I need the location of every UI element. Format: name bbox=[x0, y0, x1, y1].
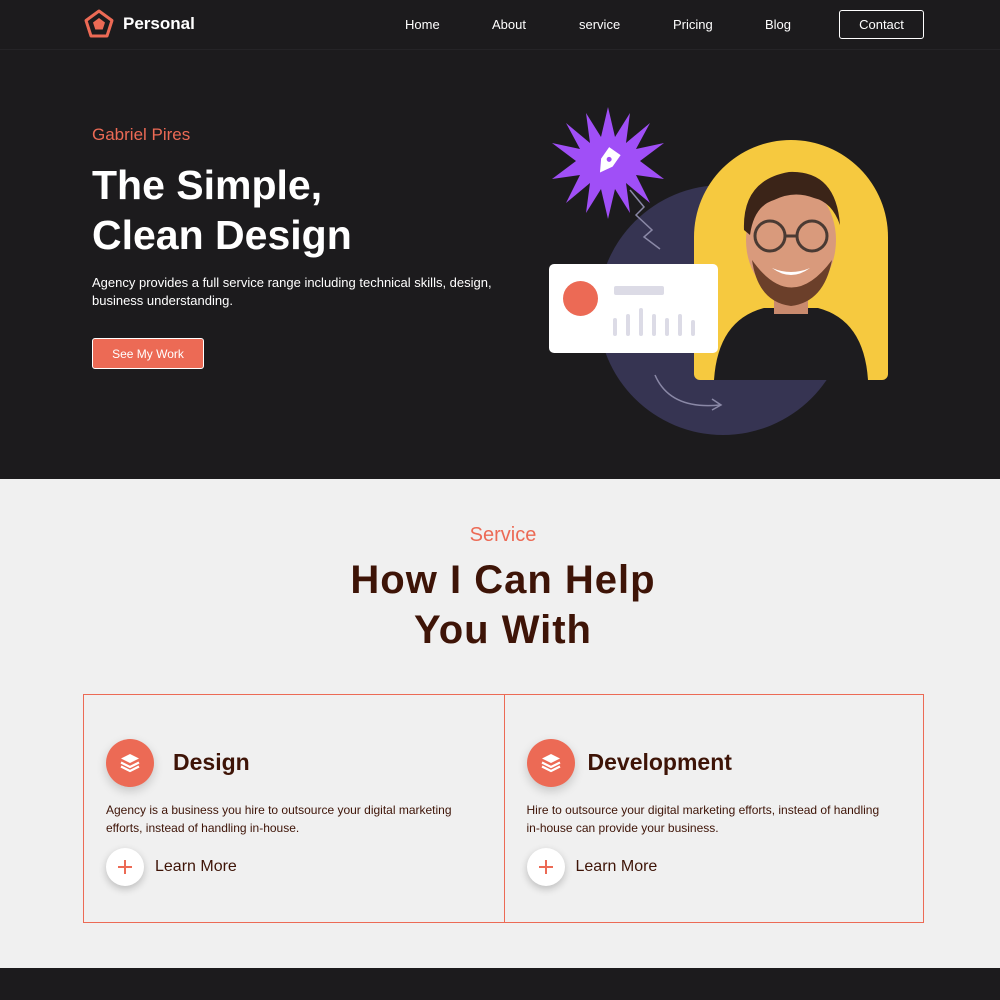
service-card-development: Development Hire to outsource your digit… bbox=[503, 695, 924, 922]
plus-icon[interactable] bbox=[106, 848, 144, 886]
brand-name: Personal bbox=[123, 14, 195, 33]
section-kicker: Service bbox=[469, 524, 537, 546]
brand-logo[interactable]: Personal bbox=[84, 9, 195, 39]
hero-title-line-2: Clean Design bbox=[92, 212, 352, 258]
service-name: Design bbox=[173, 749, 250, 775]
layers-icon bbox=[106, 739, 154, 787]
services-section: Service How I Can Help You With Design A… bbox=[0, 479, 1000, 968]
layers-icon bbox=[526, 739, 575, 787]
curved-arrow-icon bbox=[654, 374, 723, 411]
hero-illustration bbox=[540, 105, 900, 445]
learn-more-label[interactable]: Learn More bbox=[576, 858, 658, 876]
portrait-person-icon bbox=[714, 171, 868, 380]
nav-link-about[interactable]: About bbox=[492, 17, 526, 32]
hero-description: Agency provides a full service range inc… bbox=[92, 275, 492, 308]
footer-band bbox=[0, 968, 1000, 1000]
pen-tool-starburst-icon bbox=[552, 107, 664, 219]
section-title-line-1: How I Can Help bbox=[350, 558, 656, 602]
services-grid: Design Agency is a business you hire to … bbox=[83, 694, 924, 923]
nav-link-service[interactable]: service bbox=[579, 17, 620, 32]
top-navbar: Personal Home About service Pricing Blog… bbox=[0, 0, 1000, 50]
nav-link-pricing[interactable]: Pricing bbox=[673, 17, 713, 32]
service-card-design: Design Agency is a business you hire to … bbox=[84, 695, 504, 922]
learn-more-link[interactable]: Learn More bbox=[526, 848, 658, 886]
section-title: How I Can Help You With bbox=[0, 555, 1000, 655]
section-title-line-2: You With bbox=[414, 608, 592, 652]
card-text-line bbox=[614, 286, 664, 295]
hero-title-line-1: The Simple, bbox=[92, 162, 323, 208]
pentagon-logo-icon bbox=[84, 9, 114, 38]
see-my-work-button[interactable]: See My Work bbox=[92, 338, 204, 369]
service-name: Development bbox=[587, 749, 732, 775]
stats-card bbox=[549, 264, 718, 353]
plus-icon[interactable] bbox=[526, 848, 565, 886]
learn-more-label[interactable]: Learn More bbox=[155, 858, 237, 876]
hero-author-name: Gabriel Pires bbox=[92, 125, 191, 144]
portrait-card bbox=[694, 140, 888, 380]
hero-title: The Simple, Clean Design bbox=[92, 160, 472, 260]
nav-link-home[interactable]: Home bbox=[405, 17, 440, 32]
contact-button[interactable]: Contact bbox=[839, 10, 924, 39]
avatar-dot bbox=[563, 281, 598, 316]
service-description: Agency is a business you hire to outsour… bbox=[106, 803, 452, 835]
bar-chart-icon bbox=[613, 308, 695, 336]
hero-section: Gabriel Pires The Simple, Clean Design A… bbox=[0, 50, 1000, 479]
service-description: Hire to outsource your digital marketing… bbox=[526, 803, 880, 835]
learn-more-link[interactable]: Learn More bbox=[106, 848, 237, 886]
nav-link-blog[interactable]: Blog bbox=[765, 17, 791, 32]
